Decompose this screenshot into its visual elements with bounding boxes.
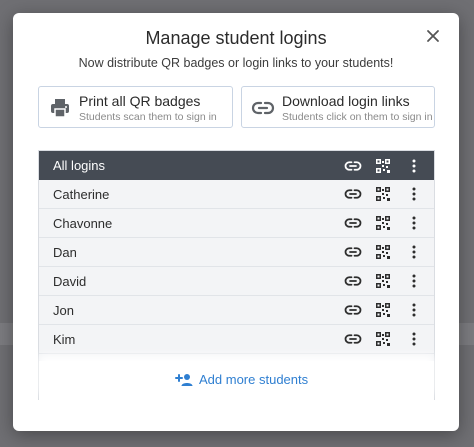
student-row: Chavonne (39, 209, 434, 238)
qr-code-icon[interactable] (376, 187, 390, 201)
student-row: Jon (39, 296, 434, 325)
student-name: Jon (53, 303, 74, 318)
more-vertical-icon[interactable] (407, 159, 421, 173)
qr-code-icon[interactable] (376, 158, 390, 173)
link-icon[interactable] (344, 243, 362, 261)
student-rows[interactable]: Catherine Chavonne Dan David Jon Kim (39, 180, 434, 361)
all-logins-actions (344, 151, 434, 180)
link-icon[interactable] (344, 272, 362, 290)
qr-code-icon[interactable] (376, 245, 390, 259)
student-row: Dan (39, 238, 434, 267)
student-name: Chavonne (53, 216, 113, 231)
print-qr-badges-button[interactable]: Print all QR badges Students scan them t… (38, 86, 233, 128)
student-row: Kim (39, 325, 434, 354)
link-icon[interactable] (344, 330, 362, 348)
download-card-description: Students click on them to sign in (282, 111, 433, 123)
link-icon[interactable] (344, 185, 362, 203)
dialog-subtitle: Now distribute QR badges or login links … (78, 56, 394, 70)
manage-logins-dialog: Manage student logins Now distribute QR … (13, 13, 459, 431)
student-row-actions (344, 325, 434, 353)
student-row: David (39, 267, 434, 296)
student-row-actions (344, 180, 434, 208)
more-vertical-icon[interactable] (407, 332, 421, 346)
add-students-area: Add more students (39, 361, 434, 400)
all-logins-header-row: All logins (39, 151, 434, 180)
student-name: Catherine (53, 187, 110, 202)
more-vertical-icon[interactable] (407, 216, 421, 230)
student-row: Phil (39, 354, 434, 361)
add-more-students-label: Add more students (199, 372, 309, 387)
student-name: Kim (53, 332, 76, 347)
qr-code-icon[interactable] (376, 274, 390, 288)
link-icon[interactable] (344, 301, 362, 319)
student-row-actions (344, 209, 434, 237)
all-logins-label: All logins (53, 158, 106, 173)
link-icon[interactable] (344, 214, 362, 232)
more-vertical-icon[interactable] (407, 303, 421, 317)
student-name: David (53, 274, 87, 289)
student-row-actions (344, 354, 434, 361)
download-card-title: Download login links (282, 93, 410, 109)
link-icon (251, 96, 275, 120)
student-row-actions (344, 267, 434, 295)
qr-code-icon[interactable] (376, 332, 390, 346)
qr-code-icon[interactable] (376, 303, 390, 317)
student-row-actions (344, 296, 434, 324)
printer-icon (48, 96, 72, 120)
print-card-description: Students scan them to sign in (79, 111, 217, 123)
more-vertical-icon[interactable] (407, 274, 421, 288)
dialog-title: Manage student logins (145, 28, 327, 48)
student-logins-list: All logins Catherine Chavonne Dan David … (38, 150, 435, 400)
qr-code-icon[interactable] (376, 216, 390, 230)
print-card-title: Print all QR badges (79, 93, 201, 109)
link-icon[interactable] (344, 157, 362, 175)
student-row: Catherine (39, 180, 434, 209)
student-name: Dan (53, 245, 77, 260)
more-vertical-icon[interactable] (407, 187, 421, 201)
add-person-icon (175, 371, 193, 389)
download-login-links-button[interactable]: Download login links Students click on t… (241, 86, 435, 128)
student-row-actions (344, 238, 434, 266)
more-vertical-icon[interactable] (407, 245, 421, 259)
